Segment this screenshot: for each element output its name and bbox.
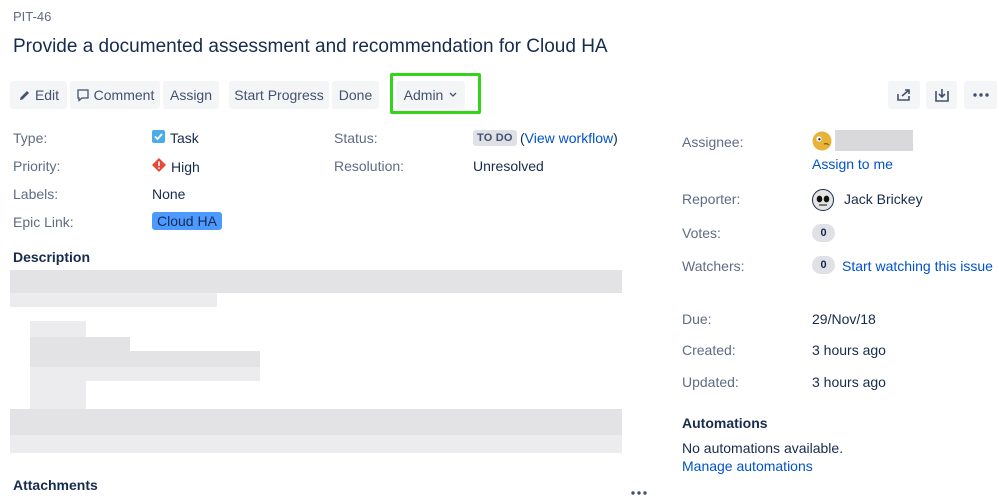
highlight-box <box>390 73 481 114</box>
share-icon <box>896 88 912 102</box>
automations-empty-text: No automations available. <box>682 440 844 456</box>
redacted-block <box>10 270 622 293</box>
redacted-block <box>30 337 130 351</box>
status-lozenge: TO DO <box>473 130 517 146</box>
export-button[interactable] <box>926 81 957 109</box>
redacted-block <box>10 293 217 307</box>
updated-label: Updated: <box>682 374 739 390</box>
issue-key[interactable]: PIT-46 <box>13 9 51 24</box>
redacted-block <box>10 435 622 453</box>
assign-to-me-link[interactable]: Assign to me <box>812 156 893 172</box>
description-heading: Description <box>13 249 91 265</box>
share-button[interactable] <box>888 81 920 109</box>
due-value: 29/Nov/18 <box>812 311 876 327</box>
reporter-label: Reporter: <box>682 191 741 207</box>
labels-label: Labels: <box>13 186 59 202</box>
edit-button[interactable]: Edit <box>10 81 67 109</box>
export-icon <box>934 88 950 103</box>
priority-value: High <box>152 158 200 175</box>
reporter-name[interactable]: Jack Brickey <box>844 191 923 207</box>
redacted-block <box>30 367 260 381</box>
view-workflow: (View workflow) <box>520 130 618 146</box>
view-workflow-close: ) <box>613 130 618 146</box>
task-checkbox-icon <box>152 130 165 146</box>
watchers-label: Watchers: <box>682 258 745 274</box>
priority-high-icon <box>152 158 166 175</box>
assign-button[interactable]: Assign <box>163 81 219 109</box>
labels-value: None <box>152 186 186 202</box>
due-label: Due: <box>682 311 712 327</box>
redacted-assignee-name <box>835 130 913 151</box>
updated-value: 3 hours ago <box>812 374 886 390</box>
epic-link-lozenge[interactable]: Cloud HA <box>152 212 222 230</box>
type-label: Type: <box>13 130 48 146</box>
attachments-heading: Attachments <box>13 477 98 493</box>
redacted-block <box>30 381 86 409</box>
more-icon <box>972 93 989 97</box>
votes-label: Votes: <box>682 225 721 241</box>
redacted-block <box>10 409 622 435</box>
type-value: Task <box>152 130 199 146</box>
resolution-value: Unresolved <box>473 158 544 174</box>
start-progress-button[interactable]: Start Progress <box>229 81 329 109</box>
watchers-count-badge[interactable]: 0 <box>812 256 835 274</box>
votes-count-badge[interactable]: 0 <box>812 224 835 242</box>
pencil-icon <box>18 89 31 102</box>
attachments-more-icon[interactable] <box>631 482 647 500</box>
done-button[interactable]: Done <box>332 81 379 109</box>
redacted-block <box>30 321 86 337</box>
redacted-block <box>30 351 260 367</box>
issue-title: Provide a documented assessment and reco… <box>13 36 608 57</box>
manage-automations-link[interactable]: Manage automations <box>682 458 813 474</box>
assignee-label: Assignee: <box>682 134 744 150</box>
created-label: Created: <box>682 342 736 358</box>
reporter-avatar <box>812 189 834 216</box>
epic-link-label: Epic Link: <box>13 214 74 230</box>
more-button[interactable] <box>964 81 997 109</box>
priority-label: Priority: <box>13 158 61 174</box>
start-watching-link[interactable]: Start watching this issue <box>842 258 993 274</box>
edit-label: Edit <box>34 87 60 103</box>
created-value: 3 hours ago <box>812 342 886 358</box>
comment-label: Comment <box>93 87 155 103</box>
view-workflow-link[interactable]: View workflow <box>525 130 613 146</box>
assignee-avatar <box>812 131 832 156</box>
type-text: Task <box>170 130 199 146</box>
resolution-label: Resolution: <box>334 158 405 174</box>
status-label: Status: <box>334 130 378 146</box>
priority-text: High <box>171 158 200 175</box>
automations-heading: Automations <box>682 415 768 431</box>
comment-button[interactable]: Comment <box>70 81 160 109</box>
comment-icon <box>76 88 90 102</box>
